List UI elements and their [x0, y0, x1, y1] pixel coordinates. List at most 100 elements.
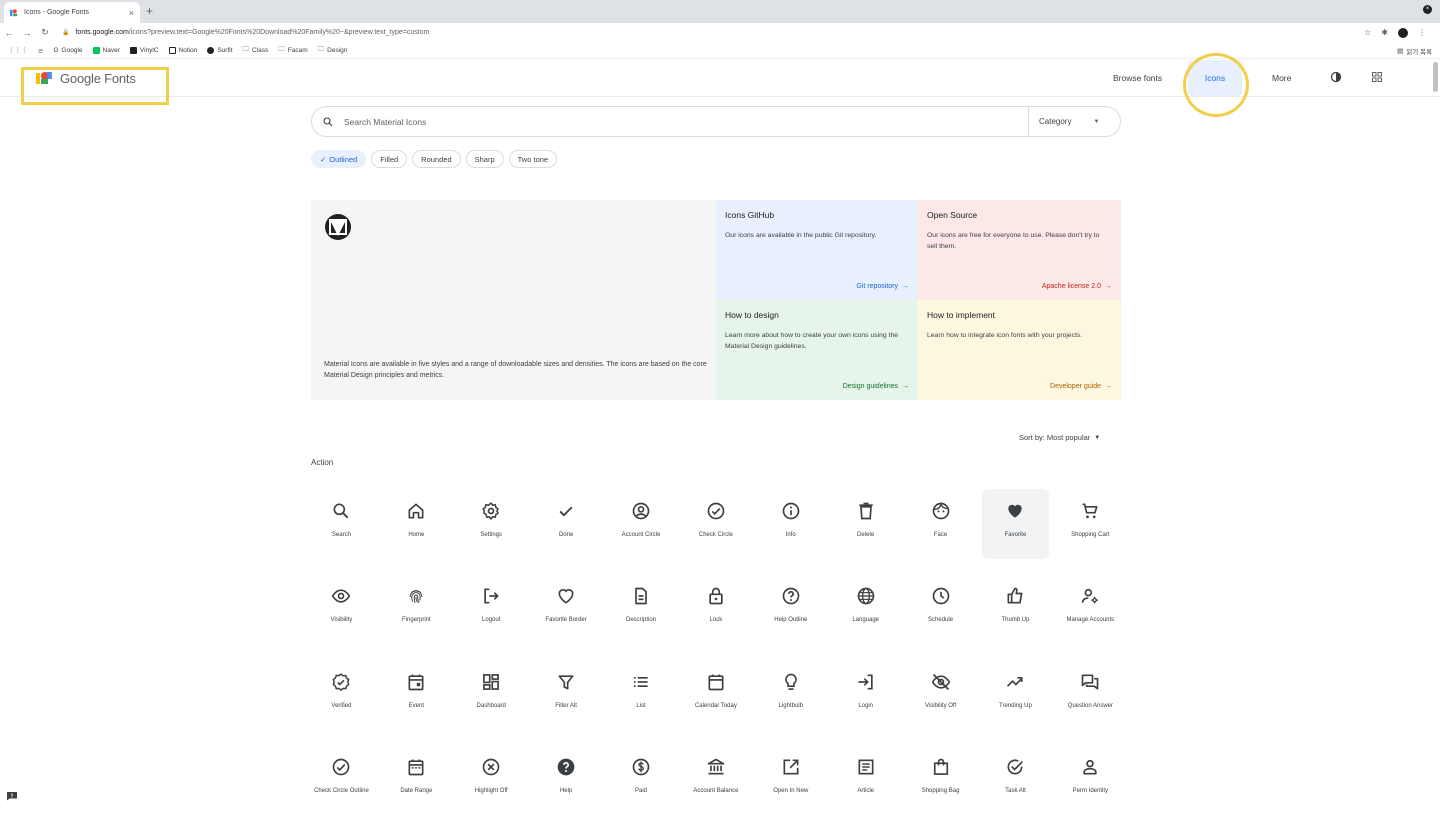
icon-tile-help-outline[interactable]: Help Outline — [753, 574, 828, 659]
arrow-right-icon: → — [1105, 283, 1112, 290]
bookmark-facam[interactable]: 🗀 Facam — [278, 45, 307, 56]
back-arrow-icon[interactable]: ← — [0, 28, 18, 38]
search-input[interactable]: Search Material Icons — [344, 117, 1028, 127]
view-grid-icon[interactable] — [1371, 71, 1383, 83]
icon-label: Filter Alt — [555, 702, 577, 709]
icon-tile-highlight-off[interactable]: Highlight Off — [454, 745, 529, 830]
page-scrollbar[interactable] — [1433, 62, 1438, 92]
icon-tile-shopping-cart[interactable]: Shopping Cart — [1053, 489, 1128, 574]
profile-avatar[interactable] — [1398, 27, 1408, 38]
address-bar[interactable]: 🔒 fonts.google.com /icons?preview.text=G… — [62, 29, 1364, 36]
icon-label: Question Answer — [1067, 702, 1114, 709]
icon-tile-paid[interactable]: Paid — [604, 745, 679, 830]
nav-browse-fonts[interactable]: Browse fonts — [1113, 59, 1162, 97]
window-close-icon[interactable]: × — [1423, 5, 1432, 14]
icon-tile-verified[interactable]: Verified — [304, 660, 379, 745]
icon-tile-search[interactable]: Search — [304, 489, 379, 574]
bookmark-surfit[interactable]: Surfit — [207, 46, 233, 54]
icon-tile-settings[interactable]: Settings — [454, 489, 529, 574]
bookmark-naver[interactable]: Naver — [92, 46, 120, 54]
bookmark-ul[interactable]: ㄹ — [38, 45, 44, 55]
icon-tile-manage-accounts[interactable]: Manage Accounts — [1053, 574, 1128, 659]
bookmark-google[interactable]: G Google — [53, 47, 82, 54]
icon-label: Open In New — [773, 787, 809, 794]
apps-grid-icon[interactable]: ⋮⋮⋮ — [8, 46, 28, 54]
icon-tile-description[interactable]: Description — [604, 574, 679, 659]
icon-tile-check-circle[interactable]: Check Circle — [678, 489, 753, 574]
nav-more[interactable]: More — [1272, 59, 1291, 97]
icon-tile-visibility-off[interactable]: Visibility Off — [903, 660, 978, 745]
icon-label: Task Alt — [1005, 787, 1026, 794]
chip-filled[interactable]: Filled — [371, 150, 408, 168]
folder-icon: 🗀 — [242, 45, 250, 53]
icon-tile-lightbulb[interactable]: Lightbulb — [753, 660, 828, 745]
bookmark-vinylc[interactable]: VinylC — [129, 46, 159, 54]
icon-tile-lock[interactable]: Lock — [678, 574, 753, 659]
check-icon: ✓ — [320, 154, 327, 164]
sort-dropdown[interactable]: Sort by: Most popular ▼ — [1019, 433, 1100, 442]
icon-tile-info[interactable]: Info — [753, 489, 828, 574]
reload-icon[interactable]: ↻ — [36, 27, 54, 38]
icon-tile-list[interactable]: List — [604, 660, 679, 745]
bookmark-design[interactable]: 🗀 Design — [318, 45, 348, 56]
icon-tile-login[interactable]: Login — [828, 660, 903, 745]
chip-rounded[interactable]: Rounded — [412, 150, 461, 168]
icon-tile-done[interactable]: Done — [529, 489, 604, 574]
forward-arrow-icon[interactable]: → — [18, 28, 36, 38]
icon-tile-favorite[interactable]: Favorite — [982, 489, 1049, 559]
banner-intro: Material Icons are available in five sty… — [311, 200, 716, 400]
git-repository-link[interactable]: Git repository → — [856, 283, 909, 290]
icon-tile-date-range[interactable]: Date Range — [379, 745, 454, 830]
icon-label: Lightbulb — [778, 702, 803, 709]
icon-tile-help[interactable]: Help — [529, 745, 604, 830]
account-circle-icon — [632, 502, 650, 520]
tab-close-icon[interactable]: × — [129, 8, 134, 18]
chip-sharp[interactable]: Sharp — [465, 150, 504, 168]
extensions-icon[interactable]: ✱ — [1381, 28, 1388, 37]
section-title: Action — [311, 458, 334, 467]
icon-tile-account-circle[interactable]: Account Circle — [604, 489, 679, 574]
bookmark-notion[interactable]: Notion — [168, 46, 197, 54]
design-guidelines-link[interactable]: Design guidelines → — [843, 383, 909, 390]
category-select[interactable]: Category ▼ — [1028, 107, 1120, 136]
icon-tile-filter-alt[interactable]: Filter Alt — [529, 660, 604, 745]
icon-tile-perm-identity[interactable]: Perm Identity — [1053, 745, 1128, 830]
icon-tile-check-circle-outline[interactable]: Check Circle Outline — [304, 745, 379, 830]
icon-tile-dashboard[interactable]: Dashboard — [454, 660, 529, 745]
reading-list[interactable]: ▤ 읽기 목록 — [1397, 46, 1432, 56]
annotation-highlight-box — [21, 67, 169, 105]
bookmark-star-icon[interactable]: ☆ — [1364, 28, 1371, 37]
icon-tile-article[interactable]: Article — [828, 745, 903, 830]
icon-tile-shopping-bag[interactable]: Shopping Bag — [903, 745, 978, 830]
icon-tile-fingerprint[interactable]: Fingerprint — [379, 574, 454, 659]
apache-license-link[interactable]: Apache license 2.0 → — [1042, 283, 1112, 290]
icon-tile-face[interactable]: Face — [903, 489, 978, 574]
icon-tile-question-answer[interactable]: Question Answer — [1053, 660, 1128, 745]
icon-tile-language[interactable]: Language — [828, 574, 903, 659]
icon-tile-event[interactable]: Event — [379, 660, 454, 745]
icon-tile-task-alt[interactable]: Task Alt — [978, 745, 1053, 830]
icon-tile-thumb-up[interactable]: Thumb Up — [978, 574, 1053, 659]
icon-label: List — [636, 702, 646, 709]
task-alt-icon — [1007, 759, 1024, 775]
icon-tile-home[interactable]: Home — [379, 489, 454, 574]
browser-menu-icon[interactable]: ⋮ — [1418, 28, 1426, 37]
browser-tab[interactable]: Icons - Google Fonts × — [4, 2, 140, 23]
icon-tile-account-balance[interactable]: Account Balance — [678, 745, 753, 830]
chip-two-tone[interactable]: Two tone — [508, 150, 558, 168]
icon-tile-visibility[interactable]: Visibility — [304, 574, 379, 659]
icon-tile-trending-up[interactable]: Trending Up — [978, 660, 1053, 745]
theme-toggle-icon[interactable] — [1330, 71, 1342, 83]
feedback-icon[interactable] — [6, 791, 18, 801]
icon-tile-schedule[interactable]: Schedule — [903, 574, 978, 659]
notion-icon — [168, 46, 176, 54]
icon-tile-delete[interactable]: Delete — [828, 489, 903, 574]
new-tab-button[interactable]: + — [146, 4, 153, 18]
icon-tile-favorite-border[interactable]: Favorite Border — [529, 574, 604, 659]
icon-tile-calendar-today[interactable]: Calendar Today — [678, 660, 753, 745]
chip-outlined[interactable]: ✓ Outlined — [311, 150, 367, 168]
icon-tile-logout[interactable]: Logout — [454, 574, 529, 659]
developer-guide-link[interactable]: Developer guide → — [1050, 383, 1112, 390]
bookmark-class[interactable]: 🗀 Class — [243, 45, 269, 56]
icon-tile-open-in-new[interactable]: Open In New — [753, 745, 828, 830]
